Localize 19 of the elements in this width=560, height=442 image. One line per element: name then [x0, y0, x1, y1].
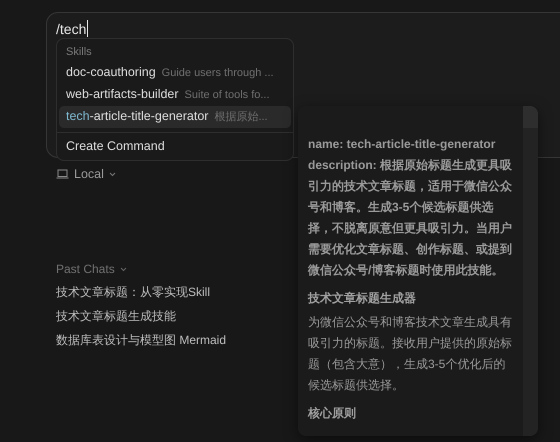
- skill-item[interactable]: web-artifacts-builder Suite of tools fo...: [59, 84, 291, 106]
- section-label: Skills: [65, 45, 93, 60]
- skill-item[interactable]: doc-coauthoring Guide users through ...: [59, 62, 291, 84]
- past-chats-toggle[interactable]: Past Chats: [56, 262, 127, 276]
- past-chat-link[interactable]: 数据库表设计与模型图 Mermaid: [56, 332, 226, 349]
- chevron-down-icon: [108, 172, 116, 176]
- skill-item[interactable]: tech-article-title-generator 根据原始...: [59, 106, 291, 128]
- past-chat-link[interactable]: 技术文章标题：从零实现Skill: [56, 284, 210, 301]
- description-text: 为微信公众号和博客技术文章生成具有吸引力的标题。接收用户提供的原始标题（包含大意），生成3-5个优化后的候选标题供选择。: [308, 314, 512, 394]
- scrollbar[interactable]: [523, 106, 538, 436]
- composer-text: /tech: [56, 20, 86, 36]
- create-command-item[interactable]: Create Command: [59, 133, 291, 160]
- section-heading: 技术文章标题生成器: [308, 290, 417, 307]
- past-chat-link[interactable]: 技术文章标题生成技能: [56, 308, 176, 325]
- laptop-icon: [56, 169, 69, 179]
- chevron-down-icon: [120, 266, 127, 272]
- section-heading: 核心原则: [308, 405, 357, 422]
- environment-selector[interactable]: Local: [56, 167, 116, 181]
- text-cursor: [87, 20, 88, 37]
